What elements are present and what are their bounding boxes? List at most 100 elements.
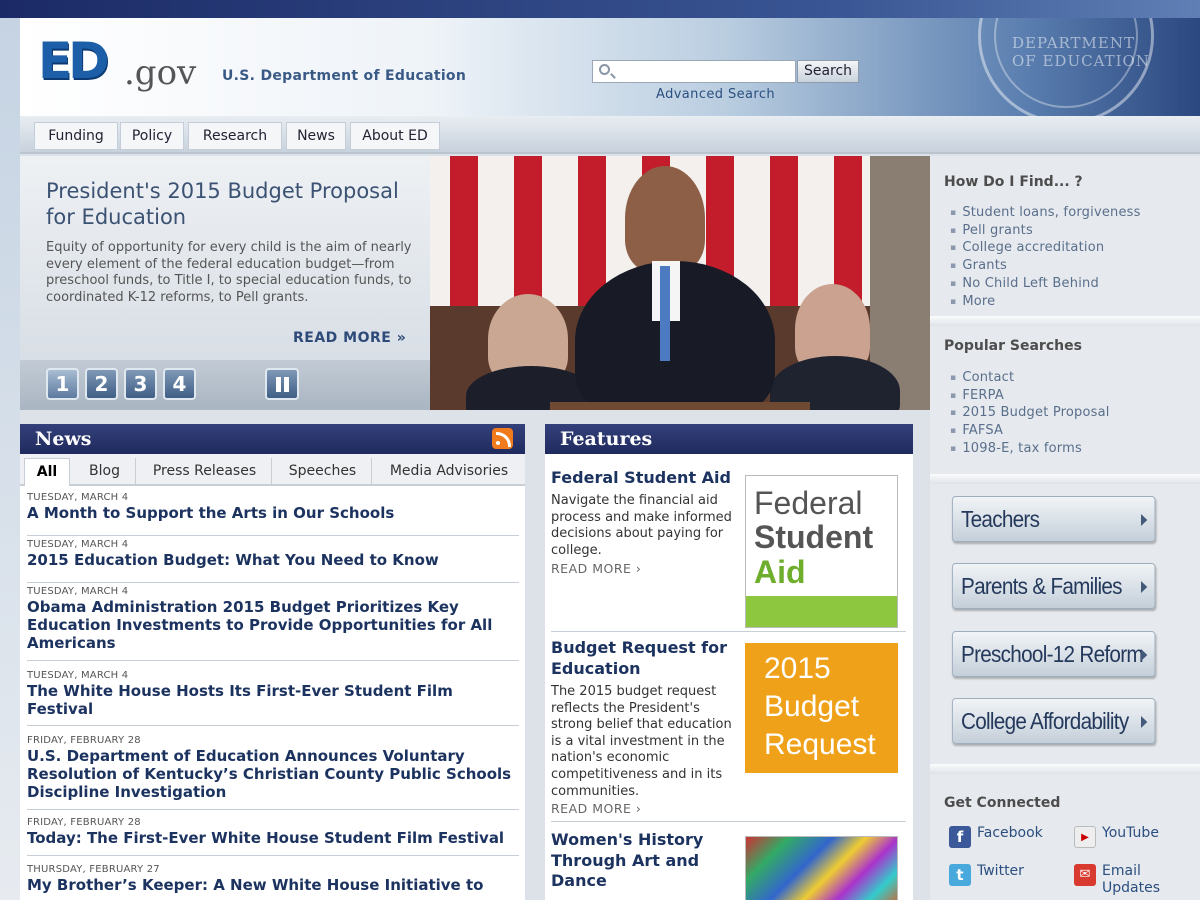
teachers-button[interactable]: Teachers	[952, 496, 1156, 542]
news-link[interactable]: Today: The First-Ever White House Studen…	[27, 829, 519, 847]
feature-body: Navigate the financial aid process and m…	[551, 493, 732, 558]
tab-press-releases[interactable]: Press Releases	[138, 458, 272, 486]
chevron-right-icon	[1141, 581, 1148, 593]
find-link[interactable]: More	[950, 294, 1141, 312]
tab-speeches[interactable]: Speeches	[274, 458, 372, 486]
hero-photo[interactable]	[430, 156, 930, 410]
tab-all[interactable]: All	[24, 458, 70, 486]
twitter-link[interactable]: Twitter	[977, 863, 1024, 879]
email-updates-link[interactable]: Email Updates	[1102, 863, 1172, 897]
womens-history-art-image[interactable]	[745, 836, 898, 900]
gov-logo-text[interactable]: .gov	[124, 56, 196, 90]
popular-link[interactable]: FAFSA	[950, 423, 1110, 441]
hero-carousel: President's 2015 Budget Proposal for Edu…	[20, 156, 930, 410]
carousel-slide-2[interactable]: 2	[85, 368, 118, 400]
features-panel: Features Federal Student Aid Navigate th…	[545, 424, 913, 900]
news-date: TUESDAY, MARCH 4	[27, 670, 129, 681]
news-panel: News All Blog Press Releases Speeches Me…	[20, 424, 525, 900]
popular-searches-list: Contact FERPA 2015 Budget Proposal FAFSA…	[950, 370, 1110, 459]
popular-link[interactable]: 2015 Budget Proposal	[950, 405, 1110, 423]
features-heading: Features	[545, 424, 913, 454]
news-heading: News	[20, 424, 525, 454]
find-link[interactable]: College accreditation	[950, 240, 1141, 258]
preschool-12-reform-button[interactable]: Preschool-12 Reform	[952, 631, 1156, 677]
federal-student-aid-logo[interactable]: Federal Student Aid	[745, 475, 898, 628]
news-link[interactable]: Obama Administration 2015 Budget Priorit…	[27, 598, 519, 652]
news-link[interactable]: U.S. Department of Education Announces V…	[27, 747, 519, 801]
preschool-12-label: Preschool-12 Reform	[961, 641, 1144, 667]
parents-families-button[interactable]: Parents & Families	[952, 563, 1156, 609]
find-link[interactable]: No Child Left Behind	[950, 276, 1141, 294]
find-link[interactable]: Grants	[950, 258, 1141, 276]
pause-icon[interactable]	[265, 368, 299, 400]
how-do-i-find-heading: How Do I Find... ?	[944, 174, 1083, 190]
twitter-icon[interactable]: t	[949, 864, 971, 886]
news-link[interactable]: My Brother’s Keeper: A New White House I…	[27, 876, 519, 894]
news-item: FRIDAY, FEBRUARY 28 U.S. Department of E…	[27, 734, 519, 810]
carousel-slide-4[interactable]: 4	[163, 368, 196, 400]
popular-link[interactable]: FERPA	[950, 388, 1110, 406]
top-strip	[0, 0, 1200, 18]
budget-request-image[interactable]: 2015 Budget Request	[745, 643, 898, 773]
news-date: TUESDAY, MARCH 4	[27, 492, 129, 503]
feature-title[interactable]: Budget Request for Education	[551, 638, 741, 679]
search-button[interactable]: Search	[797, 60, 859, 83]
college-affordability-button[interactable]: College Affordability	[952, 698, 1156, 744]
chevron-right-icon	[1141, 514, 1148, 526]
news-date: FRIDAY, FEBRUARY 28	[27, 735, 141, 746]
hero-read-more-link[interactable]: READ MORE »	[293, 330, 406, 346]
news-item: FRIDAY, FEBRUARY 28 Today: The First-Eve…	[27, 816, 519, 856]
carousel-slide-1[interactable]: 1	[46, 368, 79, 400]
rss-icon[interactable]	[492, 428, 513, 449]
search-box[interactable]	[592, 60, 796, 83]
fsa-logo-line: Aid	[754, 554, 806, 590]
hero-text-panel: President's 2015 Budget Proposal for Edu…	[20, 156, 430, 410]
news-link[interactable]: A Month to Support the Arts in Our Schoo…	[27, 504, 519, 522]
nav-funding[interactable]: Funding	[34, 122, 118, 150]
tab-media-advisories[interactable]: Media Advisories	[374, 458, 524, 486]
ed-logo[interactable]: ED	[38, 36, 128, 86]
feature-item: Federal Student Aid Navigate the financi…	[551, 468, 906, 632]
news-item: TUESDAY, MARCH 4 2015 Education Budget: …	[27, 538, 519, 583]
find-link[interactable]: Student loans, forgiveness	[950, 205, 1141, 223]
email-icon[interactable]: ✉	[1074, 864, 1096, 886]
feature-read-more[interactable]: READ MORE ›	[551, 801, 641, 816]
facebook-icon[interactable]: f	[949, 826, 971, 848]
news-date: FRIDAY, FEBRUARY 28	[27, 817, 141, 828]
hero-title[interactable]: President's 2015 Budget Proposal for Edu…	[46, 178, 416, 230]
news-link[interactable]: The White House Hosts Its First-Ever Stu…	[27, 682, 519, 718]
facebook-link[interactable]: Facebook	[977, 825, 1043, 841]
find-link[interactable]: Pell grants	[950, 223, 1141, 241]
popular-link[interactable]: 1098-E, tax forms	[950, 441, 1110, 459]
feature-item: Women's History Through Art and Dance	[551, 830, 906, 900]
tab-blog[interactable]: Blog	[74, 458, 136, 486]
popular-searches-heading: Popular Searches	[944, 338, 1082, 354]
carousel-slide-3[interactable]: 3	[124, 368, 157, 400]
chevron-right-icon	[1141, 716, 1148, 728]
feature-title[interactable]: Women's History Through Art and Dance	[551, 830, 741, 892]
news-item: TUESDAY, MARCH 4 The White House Hosts I…	[27, 669, 519, 726]
nav-policy[interactable]: Policy	[120, 122, 184, 150]
news-item: TUESDAY, MARCH 4 Obama Administration 20…	[27, 585, 519, 661]
nav-about-ed[interactable]: About ED	[350, 122, 440, 150]
search-input[interactable]	[617, 63, 793, 80]
feature-title[interactable]: Federal Student Aid	[551, 468, 741, 489]
nav-research[interactable]: Research	[188, 122, 282, 150]
sidebar-divider	[930, 474, 1200, 484]
main-nav: Funding Policy Research News About ED	[20, 116, 1200, 154]
advanced-search-link[interactable]: Advanced Search	[656, 87, 775, 102]
feature-read-more[interactable]: READ MORE ›	[551, 561, 641, 576]
college-affordability-label: College Affordability	[961, 708, 1129, 734]
popular-link[interactable]: Contact	[950, 370, 1110, 388]
hero-body: Equity of opportunity for every child is…	[46, 240, 412, 305]
left-gutter	[0, 18, 20, 900]
parents-families-label: Parents & Families	[961, 573, 1122, 599]
news-link[interactable]: 2015 Education Budget: What You Need to …	[27, 551, 519, 569]
news-item: TUESDAY, MARCH 4 A Month to Support the …	[27, 491, 519, 536]
youtube-icon[interactable]: ▶	[1074, 826, 1096, 848]
youtube-link[interactable]: YouTube	[1102, 825, 1159, 841]
news-date: TUESDAY, MARCH 4	[27, 539, 129, 550]
seal-text: DEPARTMENT OF EDUCATION	[1012, 34, 1150, 70]
nav-news[interactable]: News	[286, 122, 346, 150]
department-name: U.S. Department of Education	[222, 68, 467, 84]
